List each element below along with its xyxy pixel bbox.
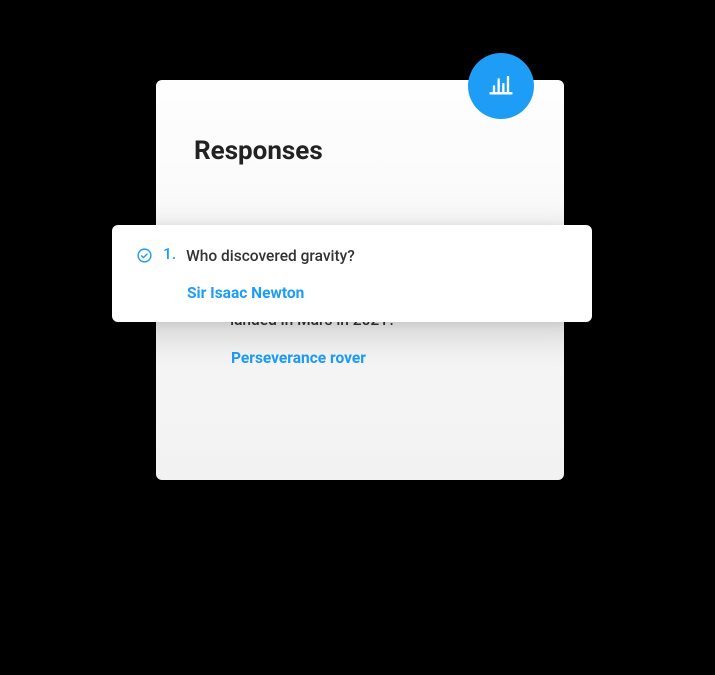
page-title: Responses — [194, 136, 564, 166]
chart-icon — [487, 70, 515, 102]
question-card: 1. Who discovered gravity? Sir Isaac New… — [112, 225, 592, 322]
question-answer: Perseverance rover — [231, 349, 540, 367]
question-answer: Sir Isaac Newton — [187, 284, 564, 302]
question-text: Who discovered gravity? — [186, 245, 355, 268]
chart-stats-button[interactable] — [468, 53, 534, 119]
check-circle-icon — [136, 247, 153, 264]
question-number: 1. — [163, 245, 176, 263]
